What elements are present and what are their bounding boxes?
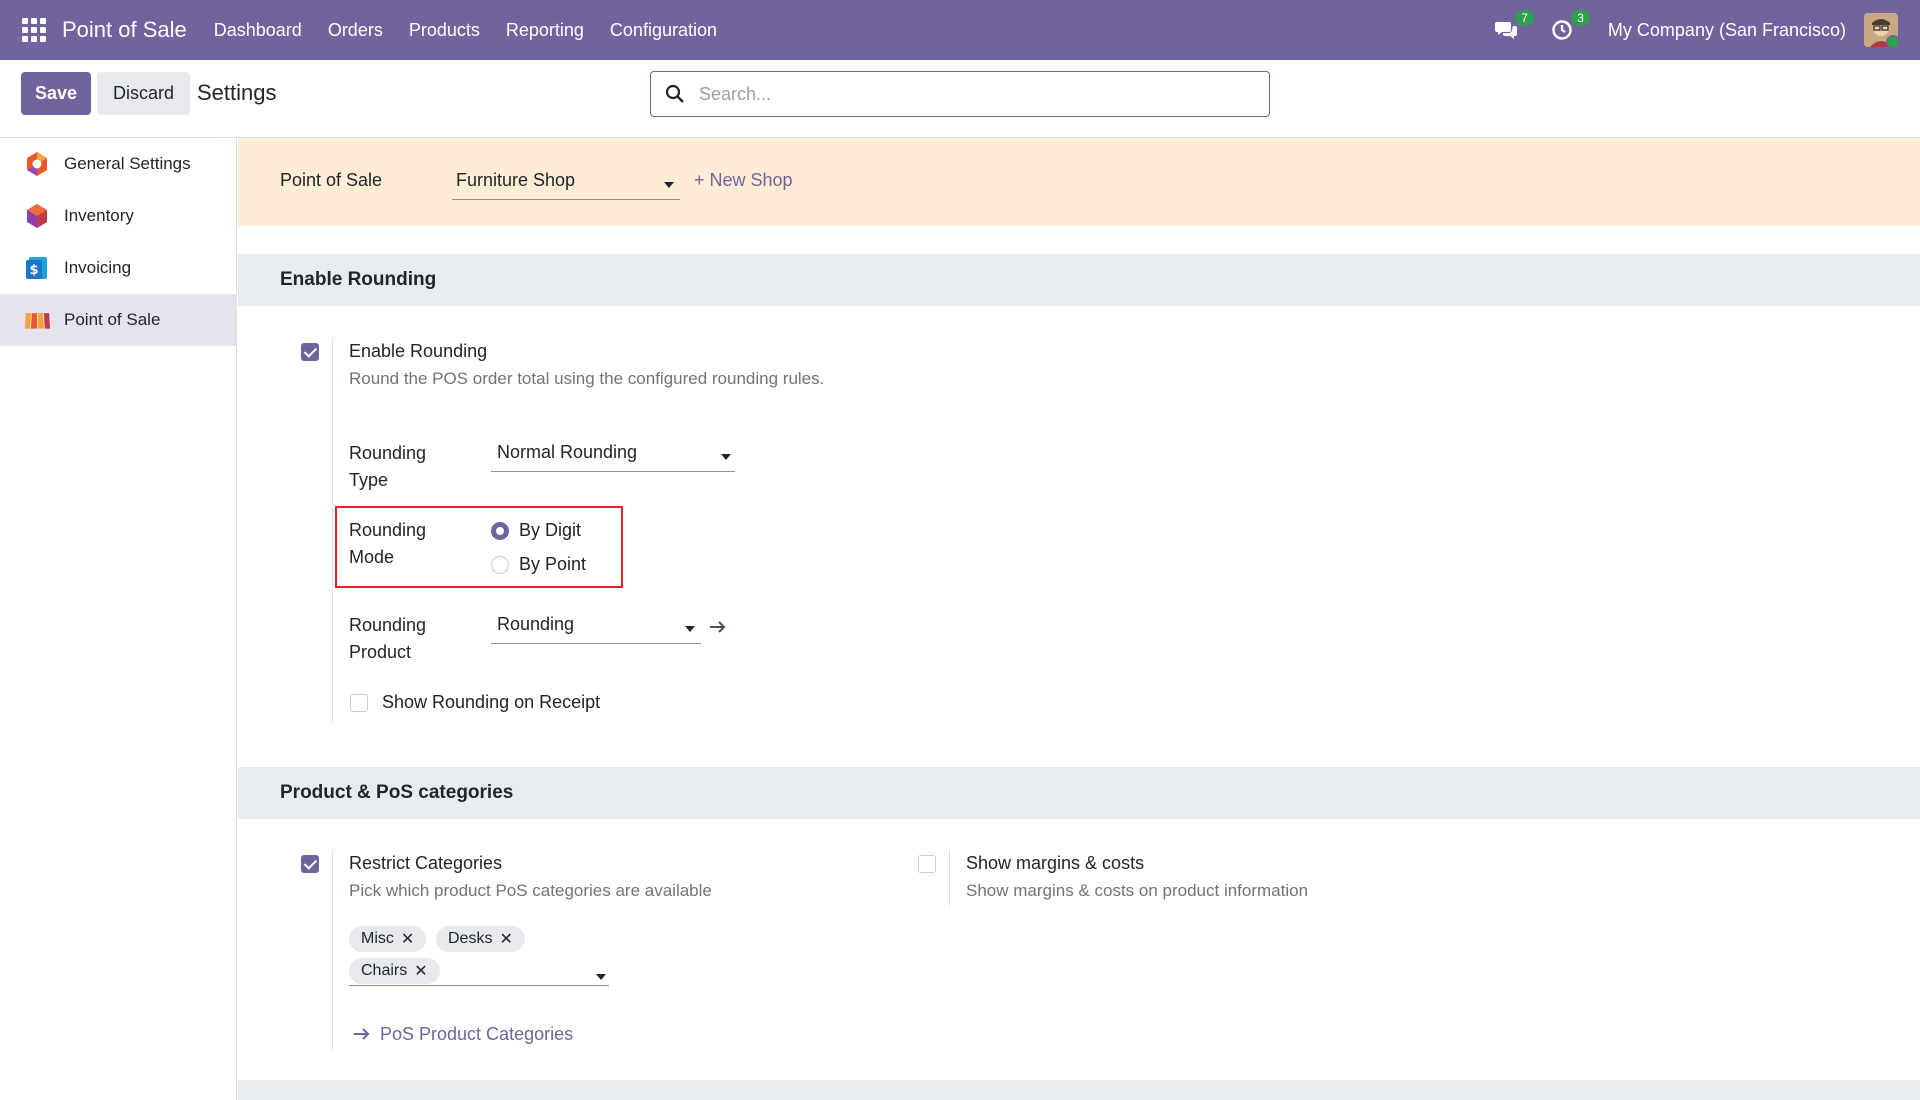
general-settings-icon (24, 151, 50, 177)
tags-input-underline (349, 985, 609, 986)
svg-text:$: $ (29, 263, 38, 278)
messages-badge: 7 (1515, 10, 1534, 26)
rounding-mode-label: Rounding Mode (349, 520, 427, 567)
new-shop-link[interactable]: + New Shop (694, 170, 793, 191)
setting-divider (332, 850, 333, 1050)
menu-reporting[interactable]: Reporting (506, 20, 584, 41)
menu-products[interactable]: Products (409, 20, 480, 41)
show-rounding-receipt-label[interactable]: Show Rounding on Receipt (382, 692, 600, 713)
sidebar-item-inventory[interactable]: Inventory (0, 190, 236, 242)
arrow-right-icon (354, 1028, 370, 1040)
sidebar-item-point-of-sale[interactable]: Point of Sale (0, 294, 236, 346)
menu-configuration[interactable]: Configuration (610, 20, 717, 41)
menu-orders[interactable]: Orders (328, 20, 383, 41)
enable-rounding-description: Round the POS order total using the conf… (349, 369, 825, 388)
sidebar-item-invoicing[interactable]: $ Invoicing (0, 242, 236, 294)
category-tag: Misc ✕ (349, 926, 427, 952)
top-navbar: Point of Sale Dashboard Orders Products … (0, 0, 1920, 60)
shop-select-value: Furniture Shop (456, 170, 576, 190)
chat-bubbles-icon (1494, 22, 1517, 39)
sidebar-item-label: General Settings (64, 154, 191, 173)
rounding-type-value: Normal Rounding (497, 442, 638, 462)
section-header-next (238, 1080, 1920, 1100)
show-margins-title: Show margins & costs (966, 853, 1145, 873)
show-rounding-receipt-checkbox[interactable] (350, 694, 368, 712)
chevron-down-icon[interactable] (596, 974, 606, 980)
search-icon (665, 84, 684, 103)
by-digit-label[interactable]: By Digit (519, 520, 581, 541)
rounding-product-label: Rounding Product (349, 615, 427, 662)
remove-tag-icon[interactable]: ✕ (499, 929, 512, 949)
control-panel: Save Discard Settings (0, 60, 1920, 138)
messages-button[interactable]: 7 (1492, 10, 1534, 44)
section-header-categories: Product & PoS categories (238, 767, 1920, 819)
tag-label: Misc (361, 930, 394, 947)
company-switcher[interactable]: My Company (San Francisco) (1608, 20, 1846, 41)
activities-badge: 3 (1571, 10, 1590, 26)
apps-menu-icon[interactable] (22, 18, 46, 42)
remove-tag-icon[interactable]: ✕ (401, 929, 414, 949)
section-header-title: Enable Rounding (280, 269, 437, 290)
show-margins-description: Show margins & costs on product informat… (966, 881, 1309, 900)
chevron-down-icon (721, 454, 731, 460)
shop-select[interactable]: Furniture Shop (452, 162, 680, 200)
by-point-radio[interactable] (491, 556, 509, 574)
clock-icon (1552, 20, 1572, 40)
rounding-product-value: Rounding (497, 614, 575, 634)
pos-product-categories-link[interactable]: PoS Product Categories (380, 1024, 573, 1045)
pos-selector-bar: Point of Sale Furniture Shop + New Shop (238, 138, 1920, 226)
save-button[interactable]: Save (21, 72, 91, 115)
activities-button[interactable]: 3 (1548, 10, 1590, 44)
menu-dashboard[interactable]: Dashboard (214, 20, 302, 41)
sidebar-item-label: Inventory (64, 206, 134, 225)
category-tag: Chairs ✕ (349, 958, 440, 984)
show-margins-checkbox[interactable] (918, 855, 936, 873)
restrict-categories-description: Pick which product PoS categories are av… (349, 881, 712, 900)
section-header-rounding: Enable Rounding (238, 254, 1920, 306)
internal-link-arrow-icon[interactable] (709, 619, 727, 635)
pos-selector-label: Point of Sale (280, 170, 383, 190)
remove-tag-icon[interactable]: ✕ (414, 961, 427, 981)
setting-divider (332, 338, 333, 724)
chevron-down-icon (685, 626, 695, 632)
rounding-type-select[interactable]: Normal Rounding (491, 436, 735, 472)
enable-rounding-checkbox[interactable] (301, 343, 319, 361)
point-of-sale-icon (24, 307, 50, 333)
invoicing-icon: $ (24, 255, 50, 281)
by-point-label[interactable]: By Point (519, 554, 586, 575)
search-input[interactable] (699, 83, 1259, 105)
settings-main: Point of Sale Furniture Shop + New Shop … (238, 138, 1920, 1100)
user-avatar[interactable] (1864, 13, 1898, 47)
enable-rounding-title: Enable Rounding (349, 341, 488, 361)
setting-divider (949, 850, 950, 906)
rounding-type-label: Rounding Type (349, 443, 427, 490)
sidebar-item-label: Point of Sale (64, 310, 161, 329)
inventory-icon (24, 203, 50, 229)
sidebar-item-general-settings[interactable]: General Settings (0, 138, 236, 190)
page-title: Settings (197, 80, 277, 105)
section-header-title: Product & PoS categories (280, 782, 514, 803)
rounding-product-select[interactable]: Rounding (491, 608, 701, 644)
settings-sidebar: General Settings Inventory $ Invoicing P… (0, 138, 237, 1100)
restrict-categories-checkbox[interactable] (301, 855, 319, 873)
online-status-dot (1886, 35, 1898, 47)
restrict-categories-title: Restrict Categories (349, 853, 503, 873)
tag-label: Desks (448, 930, 493, 947)
chevron-down-icon (664, 182, 674, 188)
search-box[interactable] (650, 71, 1270, 117)
sidebar-item-label: Invoicing (64, 258, 132, 277)
app-brand[interactable]: Point of Sale (62, 17, 187, 43)
by-digit-radio[interactable] (491, 522, 509, 540)
category-tag: Desks ✕ (436, 926, 525, 952)
discard-button[interactable]: Discard (97, 72, 190, 115)
tag-label: Chairs (361, 962, 408, 979)
